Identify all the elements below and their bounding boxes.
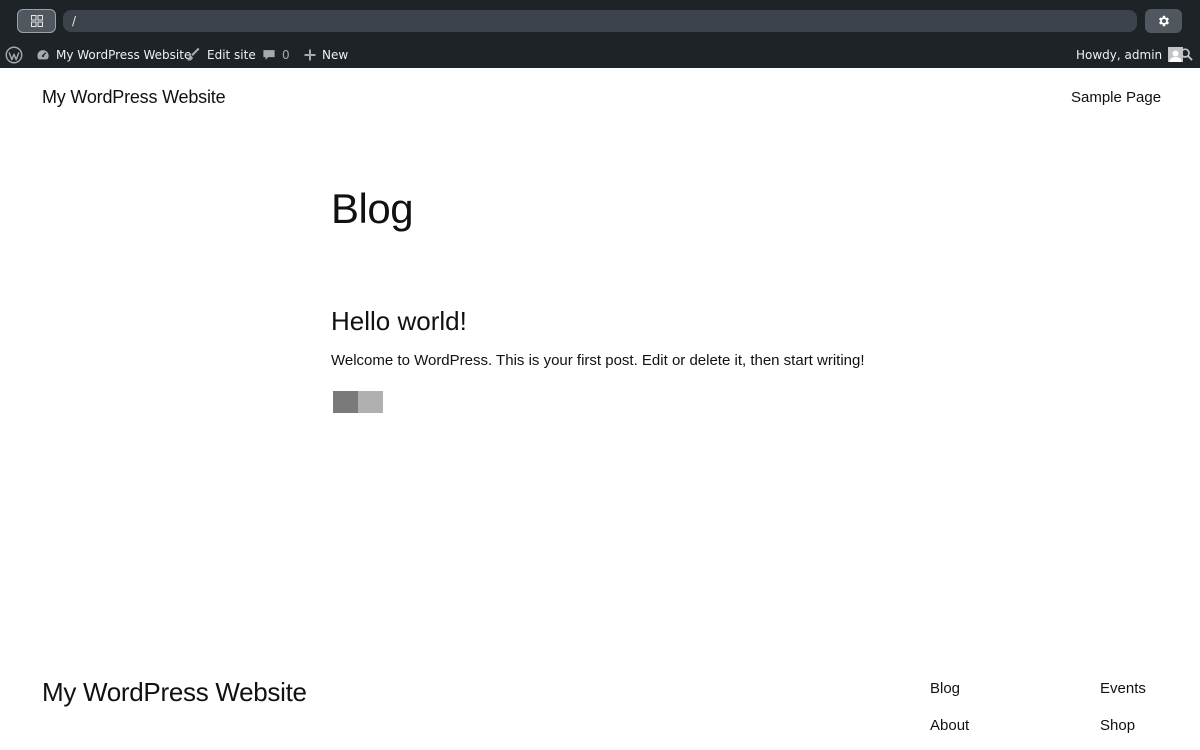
footer-link-shop[interactable]: Shop bbox=[1100, 717, 1135, 734]
footer-site-title[interactable]: My WordPress Website bbox=[42, 677, 307, 708]
new-content-button[interactable]: New bbox=[304, 41, 348, 68]
post-title[interactable]: Hello world! bbox=[331, 306, 467, 337]
gear-icon bbox=[1158, 15, 1169, 27]
browser-toolbar bbox=[0, 0, 1200, 41]
comments-count: 0 bbox=[282, 47, 290, 62]
new-label: New bbox=[322, 47, 349, 62]
admin-bar: My WordPress Website Edit site 0 New How… bbox=[0, 41, 1200, 68]
post-excerpt: Welcome to WordPress. This is your first… bbox=[331, 352, 865, 369]
apps-button[interactable] bbox=[17, 9, 56, 33]
plus-icon bbox=[304, 49, 316, 60]
howdy-label: Howdy, admin bbox=[1076, 47, 1163, 62]
account-menu[interactable]: Howdy, admin bbox=[1076, 41, 1184, 68]
page-title: Blog bbox=[331, 185, 414, 232]
site-title[interactable]: My WordPress Website bbox=[42, 87, 226, 108]
admin-bar-site-name[interactable]: My WordPress Website bbox=[36, 41, 191, 68]
settings-button[interactable] bbox=[1145, 9, 1182, 33]
edit-site-label: Edit site bbox=[207, 47, 256, 62]
search-icon bbox=[1180, 48, 1193, 61]
edit-site-button[interactable]: Edit site bbox=[186, 41, 256, 68]
wordpress-logo-button[interactable] bbox=[5, 41, 25, 68]
grid-icon bbox=[30, 15, 43, 27]
admin-search-button[interactable] bbox=[1180, 41, 1193, 68]
wordpress-icon bbox=[5, 46, 23, 63]
post-thumbnail-placeholder bbox=[333, 391, 383, 413]
footer-link-about[interactable]: About bbox=[930, 717, 969, 734]
footer-link-blog[interactable]: Blog bbox=[930, 680, 960, 697]
url-input[interactable] bbox=[63, 10, 1137, 32]
footer-link-events[interactable]: Events bbox=[1100, 680, 1146, 697]
dashboard-icon bbox=[37, 49, 49, 59]
thumbnail-block-light bbox=[358, 391, 383, 413]
admin-bar-site-label: My WordPress Website bbox=[56, 47, 192, 62]
comment-icon bbox=[263, 49, 275, 60]
comments-button[interactable]: 0 bbox=[262, 41, 290, 68]
thumbnail-block-dark bbox=[333, 391, 358, 413]
brush-icon bbox=[186, 47, 200, 61]
nav-link-sample-page[interactable]: Sample Page bbox=[1071, 89, 1161, 106]
